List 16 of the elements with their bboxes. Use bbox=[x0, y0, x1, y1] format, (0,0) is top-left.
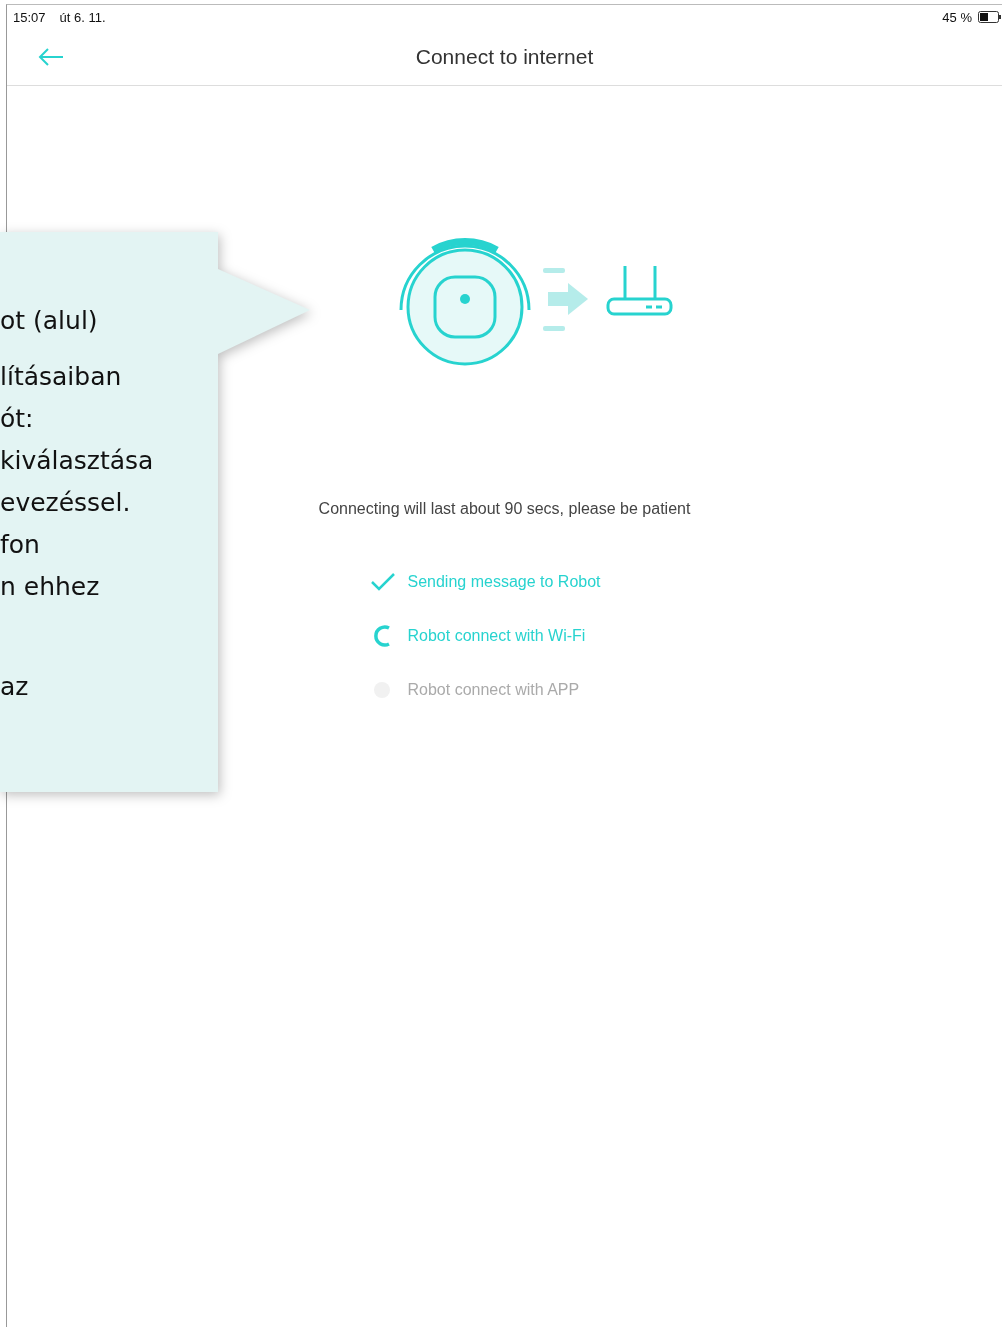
callout-text-line: ot (alul) bbox=[0, 305, 98, 337]
callout-text-line: fon bbox=[0, 529, 40, 561]
callout-text-line: ót: bbox=[0, 403, 34, 435]
step-label: Robot connect with Wi-Fi bbox=[407, 627, 586, 645]
step-label: Sending message to Robot bbox=[407, 573, 601, 591]
battery-percent: 45 % bbox=[942, 9, 972, 25]
status-time: 15:07 bbox=[13, 9, 46, 25]
callout-text-line: az bbox=[0, 671, 29, 703]
status-date: út 6. 11. bbox=[59, 9, 106, 25]
screen-title: Connect to internet bbox=[415, 45, 594, 68]
callout-text-line: lításaiban bbox=[0, 361, 122, 393]
step-label: Robot connect with APP bbox=[407, 681, 580, 699]
callout-text-line: kiválasztása bbox=[0, 445, 154, 477]
connecting-message: Connecting will last about 90 secs, please be patient bbox=[318, 500, 691, 517]
callout-text-line: evezéssel. bbox=[0, 487, 131, 519]
callout-text-line: n ehhez bbox=[0, 571, 100, 603]
